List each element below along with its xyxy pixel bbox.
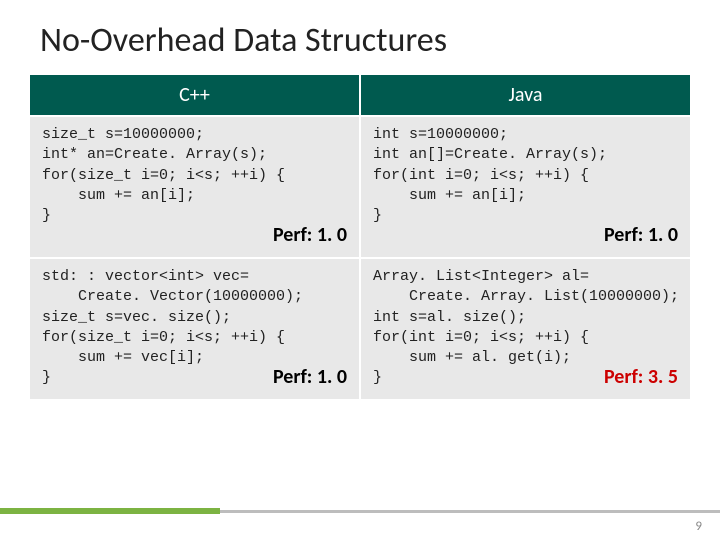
- code-line: for(int i=0; i<s; ++i) {: [373, 328, 680, 348]
- cell-java-array: int s=10000000; int an[]=Create. Array(s…: [361, 117, 690, 257]
- cell-cpp-array: size_t s=10000000; int* an=Create. Array…: [30, 117, 359, 257]
- code-line: int an[]=Create. Array(s);: [373, 145, 680, 165]
- footer-accent-bar: [0, 508, 220, 514]
- code-line: size_t s=10000000;: [42, 125, 349, 145]
- code-line: sum += an[i];: [373, 186, 680, 206]
- code-line: size_t s=vec. size();: [42, 308, 349, 328]
- perf-badge: Perf: 1. 0: [604, 222, 678, 249]
- cell-cpp-vector: std: : vector<int> vec= Create. Vector(1…: [30, 259, 359, 399]
- code-line: Create. Array. List(10000000);: [373, 287, 680, 307]
- slide-title: No-Overhead Data Structures: [0, 20, 720, 71]
- page-number: 9: [695, 519, 702, 534]
- cell-java-arraylist: Array. List<Integer> al= Create. Array. …: [361, 259, 690, 399]
- code-line: int s=10000000;: [373, 125, 680, 145]
- code-line: for(int i=0; i<s; ++i) {: [373, 166, 680, 186]
- perf-badge: Perf: 1. 0: [273, 222, 347, 249]
- code-line: Array. List<Integer> al=: [373, 267, 680, 287]
- comparison-table: C++ Java size_t s=10000000; int* an=Crea…: [0, 71, 720, 401]
- code-line: int* an=Create. Array(s);: [42, 145, 349, 165]
- code-line: sum += an[i];: [42, 186, 349, 206]
- code-line: std: : vector<int> vec=: [42, 267, 349, 287]
- code-line: for(size_t i=0; i<s; ++i) {: [42, 328, 349, 348]
- header-java: Java: [361, 75, 690, 115]
- perf-badge: Perf: 3. 5: [604, 364, 678, 391]
- header-cpp: C++: [30, 75, 359, 115]
- code-line: for(size_t i=0; i<s; ++i) {: [42, 166, 349, 186]
- code-line: int s=al. size();: [373, 308, 680, 328]
- perf-badge: Perf: 1. 0: [273, 364, 347, 391]
- code-line: Create. Vector(10000000);: [42, 287, 349, 307]
